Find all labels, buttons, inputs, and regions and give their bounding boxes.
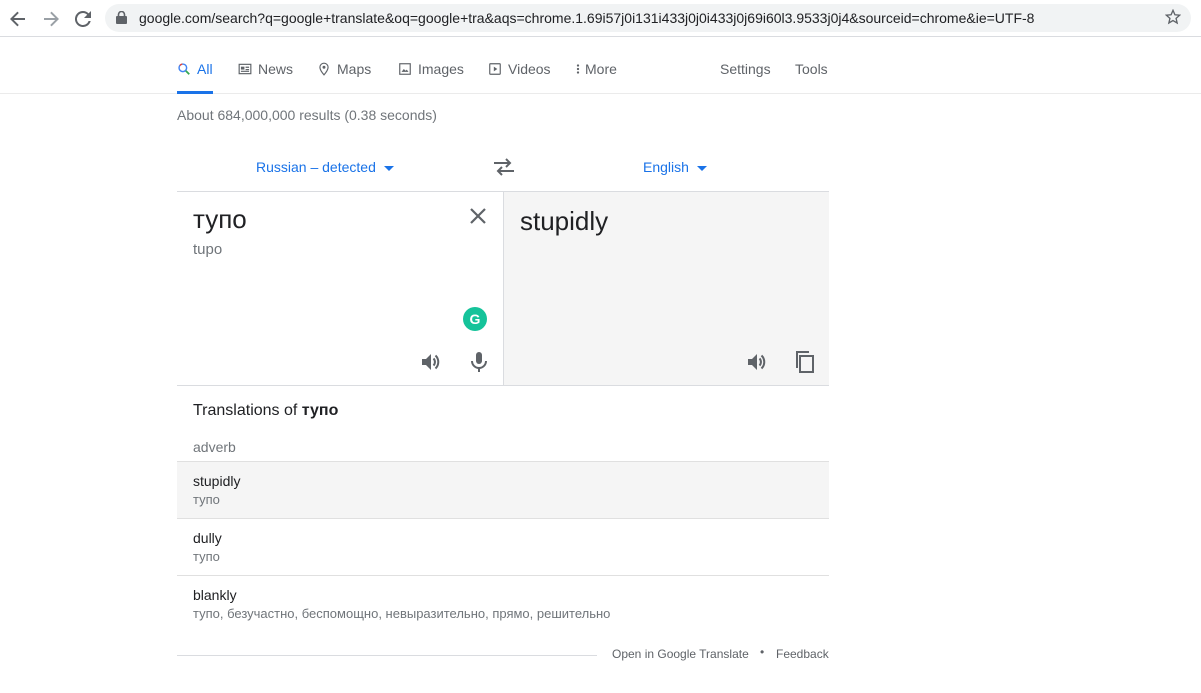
source-language-select[interactable]: Russian – detected <box>256 159 394 175</box>
target-panel: stupidly <box>503 191 829 386</box>
source-text-input[interactable]: тупо <box>193 204 247 235</box>
search-tabs: All News Maps Images Videos More Setting… <box>0 37 1201 94</box>
tab-videos[interactable]: Videos <box>488 61 551 94</box>
tab-news-label: News <box>258 61 294 77</box>
translations-heading-word: тупо <box>301 402 339 419</box>
translation-synonyms: тупо <box>193 492 220 507</box>
close-icon[interactable] <box>468 206 488 231</box>
footer-separator: • <box>760 645 765 659</box>
source-language-label: Russian – detected <box>256 159 376 175</box>
feedback-link[interactable]: Feedback <box>776 647 829 661</box>
speaker-icon[interactable] <box>419 350 443 379</box>
bookmark-star-icon[interactable] <box>1164 8 1182 30</box>
translations-heading: Translations of тупо <box>193 402 338 420</box>
translation-word: stupidly <box>193 473 241 489</box>
tab-videos-label: Videos <box>508 61 551 77</box>
swap-languages-icon[interactable] <box>493 158 515 181</box>
address-bar[interactable]: google.com/search?q=google+translate&oq=… <box>105 4 1191 32</box>
dropdown-caret-icon <box>696 165 707 171</box>
source-panel: тупо tupo G <box>177 191 503 386</box>
video-play-icon <box>489 63 501 75</box>
map-pin-icon <box>319 62 329 76</box>
back-arrow-icon[interactable] <box>6 7 30 31</box>
transliteration: tupo <box>193 241 223 258</box>
translation-row[interactable]: blankly тупо, безучастно, беспомощно, не… <box>177 575 829 632</box>
tab-more[interactable]: More <box>574 61 617 94</box>
more-vert-icon <box>576 64 580 74</box>
reload-icon[interactable] <box>71 7 95 31</box>
translated-text: stupidly <box>520 206 609 236</box>
tab-maps[interactable]: Maps <box>317 61 371 94</box>
translations-heading-prefix: Translations of <box>193 402 302 419</box>
open-in-google-translate-link[interactable]: Open in Google Translate <box>612 647 749 661</box>
tools-link[interactable]: Tools <box>795 61 828 77</box>
translation-word: blankly <box>193 587 237 603</box>
grammarly-letter: G <box>469 311 481 327</box>
translation-synonyms: тупо, безучастно, беспомощно, невыразите… <box>193 606 611 621</box>
news-icon <box>238 63 252 75</box>
tab-more-label: More <box>585 61 617 77</box>
browser-toolbar: google.com/search?q=google+translate&oq=… <box>0 0 1201 37</box>
copy-icon[interactable] <box>793 350 817 379</box>
translation-row[interactable]: dully тупо <box>177 518 829 575</box>
search-icon <box>178 63 190 75</box>
microphone-icon[interactable] <box>467 350 491 379</box>
forward-arrow-icon[interactable] <box>39 7 63 31</box>
footer-divider <box>177 655 597 656</box>
target-language-select[interactable]: English <box>643 159 707 175</box>
lock-icon <box>116 10 127 29</box>
result-stats: About 684,000,000 results (0.38 seconds) <box>177 107 437 123</box>
grammarly-icon[interactable]: G <box>463 307 487 331</box>
language-selector-row: Russian – detected English <box>177 150 829 190</box>
part-of-speech: adverb <box>193 439 236 455</box>
settings-link[interactable]: Settings <box>720 61 771 77</box>
tab-news[interactable]: News <box>238 61 293 94</box>
dropdown-caret-icon <box>383 165 394 171</box>
translation-word: dully <box>193 530 222 546</box>
tab-images-label: Images <box>418 61 464 77</box>
translation-synonyms: тупо <box>193 549 220 564</box>
tab-images[interactable]: Images <box>398 61 464 94</box>
image-icon <box>399 63 411 75</box>
url-text[interactable]: google.com/search?q=google+translate&oq=… <box>139 10 1034 26</box>
speaker-icon[interactable] <box>745 350 769 379</box>
tab-maps-label: Maps <box>337 61 372 77</box>
target-language-label: English <box>643 159 689 175</box>
tab-all[interactable]: All <box>177 61 213 94</box>
tab-all-label: All <box>197 61 213 77</box>
translation-row[interactable]: stupidly тупо <box>177 461 829 518</box>
